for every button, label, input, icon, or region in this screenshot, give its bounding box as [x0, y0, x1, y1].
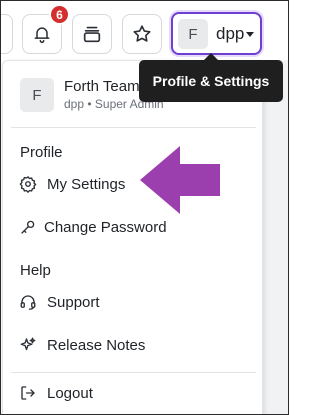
menu-item-support[interactable]: Support [11, 285, 256, 319]
menu-item-label: My Settings [47, 175, 126, 193]
toolbar-edge-button[interactable] [0, 14, 13, 54]
profile-settings-button[interactable]: F dpp [171, 12, 262, 55]
menu-item-label: Change Password [44, 218, 167, 236]
bell-icon [34, 27, 50, 44]
menu-divider [11, 372, 256, 373]
avatar: F [178, 19, 208, 49]
username-label: dpp [216, 24, 245, 43]
layers-button[interactable] [72, 14, 112, 54]
help-section-heading: Help [20, 262, 51, 279]
sparkle-icon [20, 337, 36, 351]
profile-settings-tooltip: Profile & Settings [139, 53, 283, 102]
profile-dropdown-menu: F Forth Team dpp • Super Admin Profile M… [2, 60, 263, 415]
annotation-arrow-icon [140, 146, 220, 214]
key-icon [21, 220, 35, 234]
favorites-button[interactable] [122, 14, 162, 54]
headset-icon [20, 295, 36, 310]
menu-item-label: Logout [47, 384, 93, 402]
menu-divider [11, 127, 256, 128]
account-avatar: F [20, 78, 54, 112]
menu-item-logout[interactable]: Logout [11, 376, 256, 410]
profile-section-heading: Profile [20, 144, 63, 161]
menu-item-label: Release Notes [47, 336, 146, 354]
star-icon [133, 25, 151, 42]
caret-down-icon [246, 32, 254, 37]
menu-item-label: Support [47, 293, 100, 311]
gear-icon [19, 176, 37, 193]
page-background [262, 60, 289, 415]
logout-icon [21, 386, 35, 400]
menu-item-release-notes[interactable]: Release Notes [11, 328, 256, 362]
account-name: Forth Team [64, 78, 140, 95]
stack-icon [83, 26, 101, 43]
notification-count-badge: 6 [49, 4, 70, 25]
